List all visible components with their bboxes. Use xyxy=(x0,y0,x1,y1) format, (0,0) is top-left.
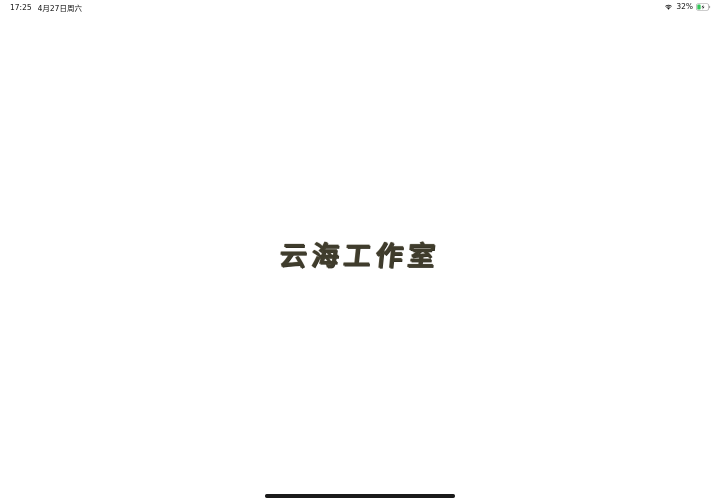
status-right: 32% xyxy=(664,2,711,11)
status-bar: 17:25 4月27日周六 32% xyxy=(0,0,720,14)
app-screen: 17:25 4月27日周六 32% 云海工作室 xyxy=(0,0,720,503)
battery-percent: 32% xyxy=(676,2,693,11)
battery-charging-icon xyxy=(696,2,711,11)
status-left: 17:25 4月27日周六 xyxy=(10,3,82,14)
status-date: 4月27日周六 xyxy=(37,4,82,13)
wifi-icon xyxy=(665,4,673,10)
home-indicator[interactable] xyxy=(265,494,455,498)
battery-fill xyxy=(697,4,701,9)
status-time: 17:25 xyxy=(10,3,32,12)
splash-logo-text: 云海工作室 xyxy=(278,241,442,272)
